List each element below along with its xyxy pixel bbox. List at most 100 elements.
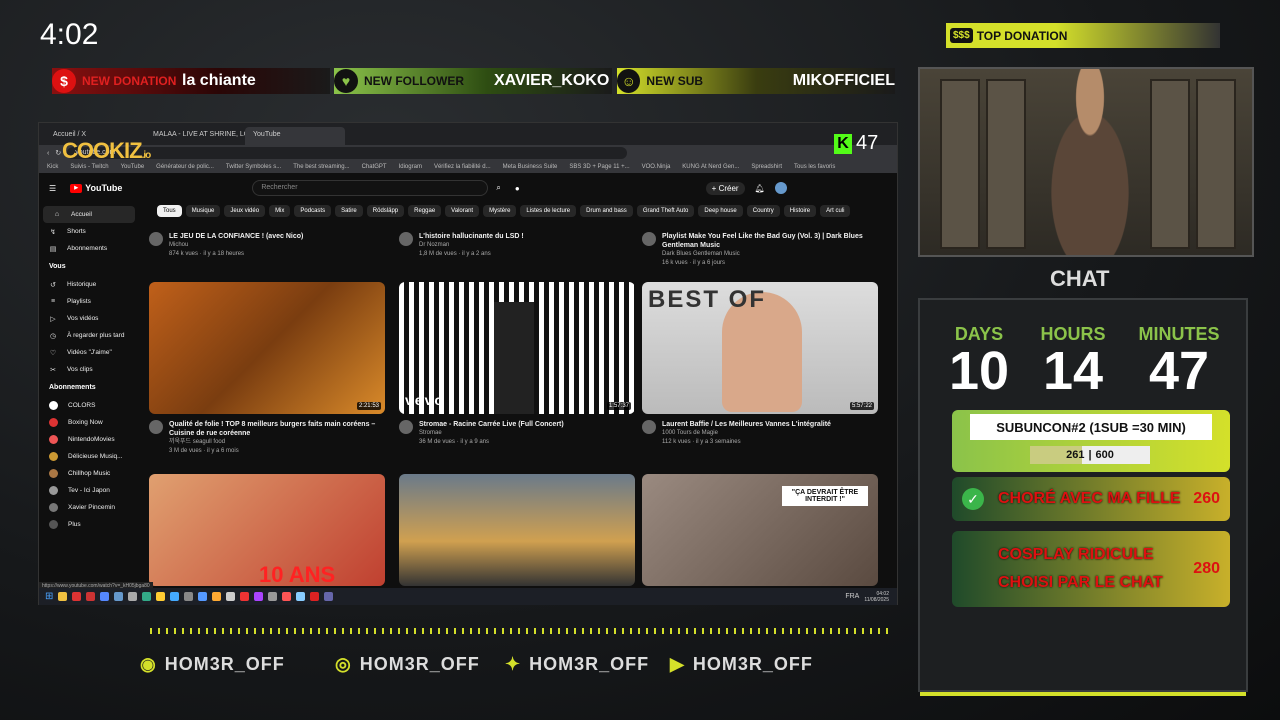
video-thumbnail[interactable]: 2:21:53	[149, 282, 385, 414]
bookmark-item[interactable]: Spreadshirt	[751, 164, 782, 170]
filter-chip[interactable]: Reggae	[408, 205, 442, 217]
taskbar-app-icon[interactable]	[282, 592, 292, 601]
bookmark-item[interactable]: KUNG At Nerd Gen...	[682, 164, 739, 170]
channel-name[interactable]: 1000 Tours de Magie	[662, 429, 831, 438]
bookmark-item[interactable]: ChatGPT	[362, 164, 387, 170]
channel-avatar[interactable]	[149, 420, 163, 434]
sidebar-subscription[interactable]: Chillhop Music	[39, 465, 139, 482]
filter-chip[interactable]: Mystère	[483, 205, 517, 217]
bookmark-item[interactable]: SBS 3D + Page 11 +...	[569, 164, 629, 170]
bookmark-item[interactable]: VOO.Ninja	[642, 164, 671, 170]
sidebar-subscription[interactable]: Tev - Ici Japon	[39, 482, 139, 499]
video-card[interactable]: 2:21:53 Qualité de folie ! TOP 8 meilleur…	[149, 282, 385, 456]
sidebar-subscription[interactable]: Plus	[39, 516, 139, 533]
filter-chip[interactable]: Rödsläpp	[366, 205, 405, 217]
bell-icon[interactable]: 🔔︎	[755, 184, 765, 193]
sidebar-item-abonnements[interactable]: ▤ Abonnements	[39, 240, 139, 257]
video-thumbnail[interactable]: "ÇA DEVRAIT ÊTRE INTERDIT !"	[642, 474, 878, 586]
video-card[interactable]: L'histoire hallucinante du LSD ! Dr Nozma…	[399, 226, 635, 259]
sidebar-item-you[interactable]: ≡ Playlists	[39, 293, 139, 310]
youtube-logo[interactable]: ▶ YouTube	[70, 183, 122, 193]
taskbar-app-icon[interactable]	[296, 592, 306, 601]
taskbar-app-icon[interactable]	[212, 592, 222, 601]
taskbar-clock[interactable]: 04:02 11/08/2025	[864, 591, 889, 603]
sidebar-subscription[interactable]: COLORS	[39, 397, 139, 414]
video-card[interactable]: Playlist Make You Feel Like the Bad Guy …	[642, 226, 878, 268]
sidebar-subscription[interactable]: Boxing Now	[39, 414, 139, 431]
bookmark-item[interactable]: The best streaming...	[293, 164, 349, 170]
mic-icon[interactable]: ●	[515, 184, 520, 193]
taskbar-app-icon[interactable]	[58, 592, 68, 601]
channel-name[interactable]: Michou	[169, 241, 303, 250]
filter-chip[interactable]: Valorant	[445, 205, 480, 217]
you-section-header[interactable]: Vous	[39, 257, 139, 276]
sidebar-item-you[interactable]: ▷ Vos vidéos	[39, 310, 139, 327]
sidebar-item-you[interactable]: ♡ Vidéos "J'aime"	[39, 344, 139, 361]
channel-avatar[interactable]	[149, 232, 163, 246]
video-card[interactable]: vevo 1:57:37 Stromae - Racine Carrée Live …	[399, 282, 635, 447]
bookmark-item[interactable]: Vérifiez la fiabilité d...	[434, 164, 491, 170]
filter-chip[interactable]: Grand Theft Auto	[636, 205, 695, 217]
bookmark-item[interactable]: Meta Business Suite	[503, 164, 558, 170]
taskbar-app-icon[interactable]	[86, 592, 96, 601]
filter-chip[interactable]: Art culi	[820, 205, 851, 217]
sidebar-item-accueil[interactable]: ⌂ Accueil	[43, 206, 135, 223]
filter-chip[interactable]: Mix	[269, 205, 291, 217]
tab-youtube[interactable]: YouTube	[245, 127, 345, 145]
sidebar-item-shorts[interactable]: ↯ Shorts	[39, 223, 139, 240]
taskbar-app-icon[interactable]	[324, 592, 334, 601]
refresh-icon[interactable]: ↻	[55, 149, 61, 157]
video-title[interactable]: Qualité de folie ! TOP 8 meilleurs burge…	[169, 420, 385, 438]
bookmark-item[interactable]: Kick	[47, 164, 58, 170]
video-title[interactable]: LE JEU DE LA CONFIANCE ! (avec Nico)	[169, 232, 303, 241]
search-input[interactable]: Rechercher	[252, 180, 489, 196]
channel-name[interactable]: 끼욱푸드 seagull food	[169, 438, 385, 447]
taskbar-app-icon[interactable]	[142, 592, 152, 601]
bookmark-item[interactable]: Idiogram	[399, 164, 422, 170]
channel-avatar[interactable]	[399, 420, 413, 434]
video-title[interactable]: Laurent Baffie / Les Meilleures Vannes L…	[662, 420, 831, 429]
bookmark-item[interactable]: YouTube	[121, 164, 145, 170]
channel-name[interactable]: Dark Blues Gentleman Music	[662, 250, 878, 259]
video-title[interactable]: Stromae - Racine Carrée Live (Full Conce…	[419, 420, 564, 429]
taskbar-app-icon[interactable]	[310, 592, 320, 601]
sidebar-item-you[interactable]: ◷ À regarder plus tard	[39, 327, 139, 344]
video-card[interactable]: BEST OF 5:57:22 Laurent Baffie / Les Meill…	[642, 282, 878, 447]
filter-chip[interactable]: Jeux vidéo	[224, 205, 266, 217]
sidebar-subscription[interactable]: Xavier Pincemin	[39, 499, 139, 516]
channel-name[interactable]: Stromae	[419, 429, 564, 438]
windows-icon[interactable]: ⊞	[45, 591, 53, 602]
bookmark-item[interactable]: Suivis - Twitch	[70, 164, 108, 170]
taskbar-app-icon[interactable]	[128, 592, 138, 601]
filter-chip[interactable]: Histoire	[783, 205, 817, 217]
channel-avatar[interactable]	[399, 232, 413, 246]
filter-chip[interactable]: Musique	[185, 205, 221, 217]
filter-chip[interactable]: Podcasts	[294, 205, 332, 217]
sidebar-subscription[interactable]: NintendoMovies	[39, 431, 139, 448]
video-card[interactable]: "ÇA DEVRAIT ÊTRE INTERDIT !"	[642, 474, 878, 586]
taskbar-app-icon[interactable]	[100, 592, 110, 601]
filter-chip[interactable]: Drum and bass	[580, 205, 633, 217]
bookmark-item[interactable]: Twitter Symboles s...	[226, 164, 281, 170]
video-card[interactable]: 10 ANS	[149, 474, 385, 586]
bookmark-item[interactable]: Tous les favoris	[794, 164, 835, 170]
video-thumbnail[interactable]: vevo 1:57:37	[399, 282, 635, 414]
filter-chip[interactable]: Tous	[157, 205, 182, 217]
bookmark-item[interactable]: Générateur de polic...	[156, 164, 214, 170]
taskbar-app-icon[interactable]	[184, 592, 194, 601]
filter-chip[interactable]: Listes de lecture	[520, 205, 577, 217]
video-thumbnail[interactable]	[399, 474, 635, 586]
video-title[interactable]: Playlist Make You Feel Like the Bad Guy …	[662, 232, 878, 250]
taskbar-app-icon[interactable]	[240, 592, 250, 601]
taskbar-app-icon[interactable]	[254, 592, 264, 601]
channel-name[interactable]: Dr Nozman	[419, 241, 524, 250]
sidebar-item-you[interactable]: ✂ Vos clips	[39, 361, 139, 378]
sidebar-subscription[interactable]: Délicieuse Musiq...	[39, 448, 139, 465]
filter-chip[interactable]: Country	[746, 205, 780, 217]
menu-icon[interactable]: ☰	[49, 184, 56, 193]
taskbar-app-icon[interactable]	[156, 592, 166, 601]
search-icon[interactable]: ⌕	[496, 183, 500, 193]
create-button[interactable]: + Créer	[705, 181, 745, 195]
filter-chip[interactable]: Deep house	[698, 205, 743, 217]
avatar[interactable]	[774, 182, 787, 194]
